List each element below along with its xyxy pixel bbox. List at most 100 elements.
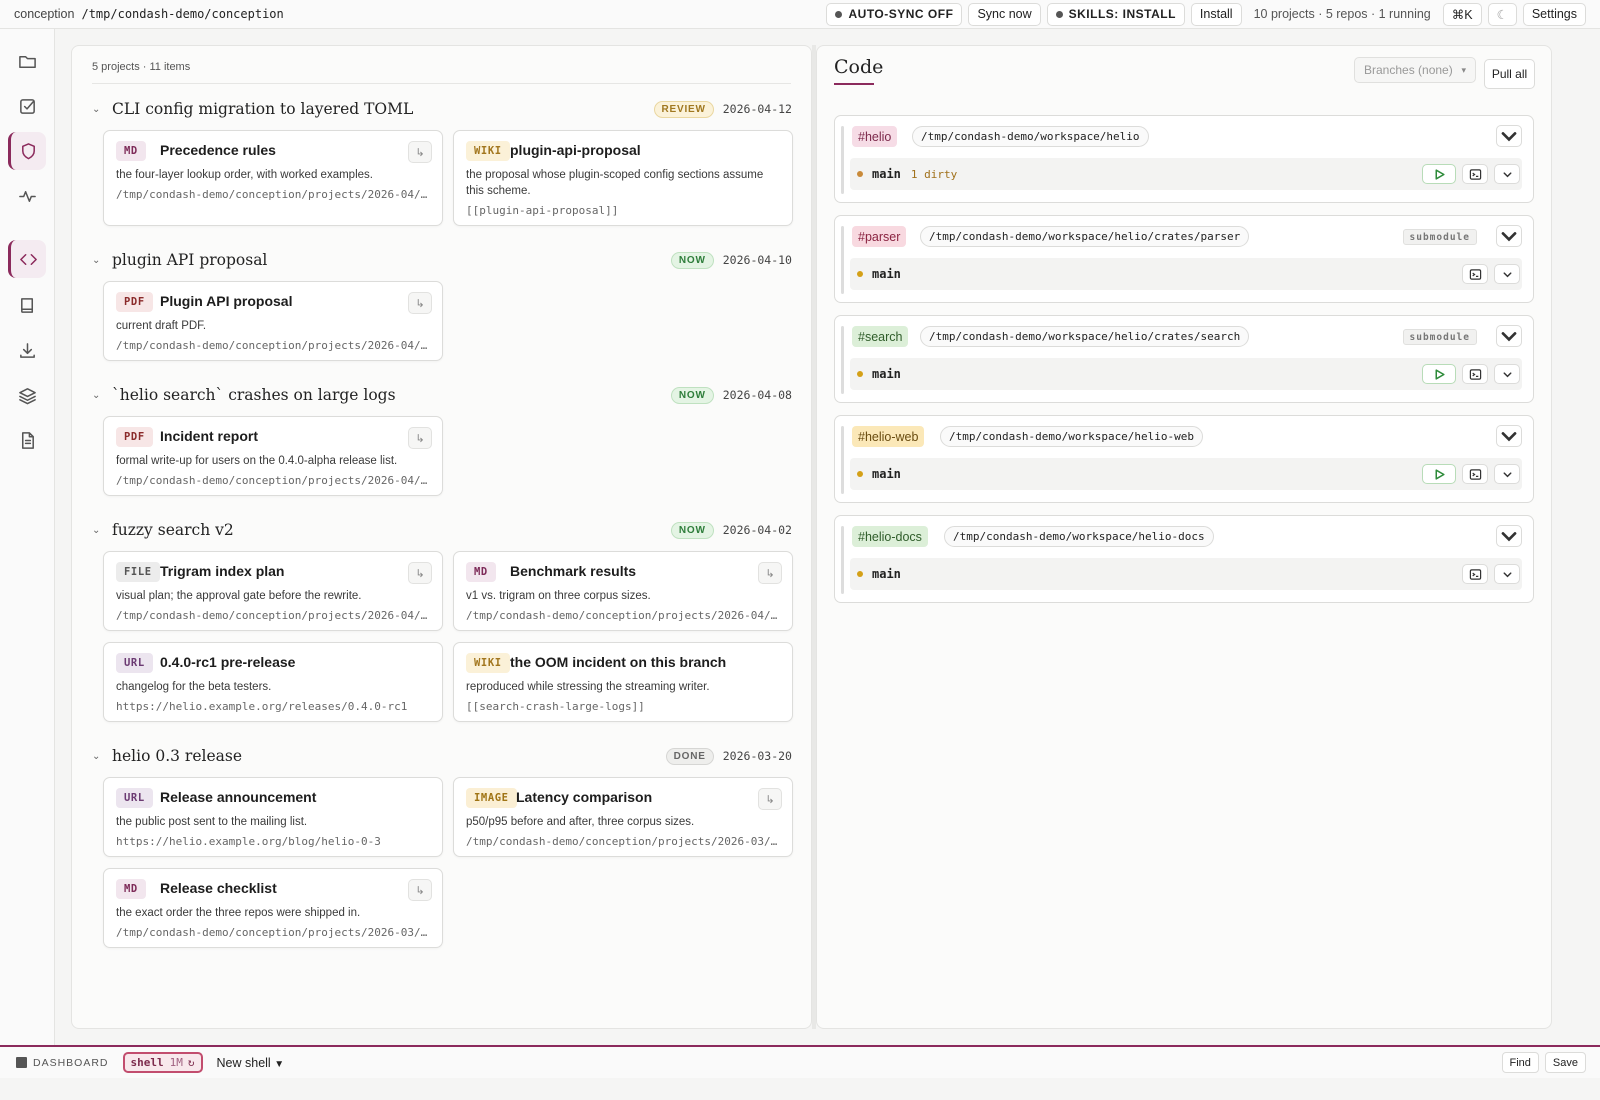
open-terminal-button[interactable] (1462, 364, 1488, 384)
item-card[interactable]: IMAGE Latency comparison ↳ p50/p95 befor… (453, 777, 793, 857)
item-title[interactable]: the OOM incident on this branch (510, 654, 726, 670)
project-header[interactable]: ⌄ `helio search` crashes on large logs N… (92, 384, 792, 406)
chevron-down-icon[interactable]: ⌄ (92, 525, 106, 536)
item-path[interactable]: /tmp/condash-demo/conception/projects/20… (116, 339, 430, 352)
repo-path[interactable]: /tmp/condash-demo/workspace/helio (912, 126, 1149, 147)
repo-expand-button[interactable] (1496, 425, 1522, 447)
open-arrow-icon[interactable]: ↳ (408, 879, 432, 901)
item-card[interactable]: MD Benchmark results ↳ v1 vs. trigram on… (453, 551, 793, 631)
settings-button[interactable]: Settings (1522, 2, 1586, 26)
item-card[interactable]: PDF Incident report ↳ formal write-up fo… (103, 416, 443, 496)
sync-now-button[interactable]: Sync now (968, 2, 1041, 26)
run-button[interactable] (1422, 164, 1456, 184)
item-title[interactable]: Release checklist (160, 880, 277, 896)
item-title[interactable]: Plugin API proposal (160, 293, 293, 309)
folder-icon[interactable] (8, 42, 46, 80)
item-title[interactable]: Trigram index plan (160, 563, 284, 579)
open-arrow-icon[interactable]: ↳ (408, 427, 432, 449)
activity-icon[interactable] (8, 177, 46, 215)
branch-menu-button[interactable] (1494, 264, 1520, 284)
branch-row[interactable]: main (850, 358, 1522, 390)
repo-expand-button[interactable] (1496, 125, 1522, 147)
open-arrow-icon[interactable]: ↳ (408, 141, 432, 163)
chevron-down-icon[interactable]: ⌄ (92, 255, 106, 266)
new-shell-button[interactable]: New shell ▼ (217, 1056, 285, 1070)
repo-expand-button[interactable] (1496, 225, 1522, 247)
branch-row[interactable]: main (850, 458, 1522, 490)
theme-toggle-icon[interactable]: ☾ (1487, 2, 1517, 26)
item-path[interactable]: [[plugin-api-proposal]] (466, 204, 780, 217)
install-button[interactable]: Install (1190, 2, 1242, 26)
open-terminal-button[interactable] (1462, 264, 1488, 284)
open-arrow-icon[interactable]: ↳ (408, 292, 432, 314)
item-title[interactable]: 0.4.0-rc1 pre-release (160, 654, 295, 670)
open-arrow-icon[interactable]: ↳ (408, 562, 432, 584)
item-path[interactable]: /tmp/condash-demo/conception/projects/20… (116, 926, 430, 939)
item-card[interactable]: WIKI the OOM incident on this branch rep… (453, 642, 793, 722)
item-card[interactable]: MD Precedence rules ↳ the four-layer loo… (103, 130, 443, 226)
item-path[interactable]: /tmp/condash-demo/conception/projects/20… (116, 474, 430, 487)
find-button[interactable]: Find (1501, 1052, 1539, 1073)
branch-menu-button[interactable] (1494, 564, 1520, 584)
repo-expand-button[interactable] (1496, 325, 1522, 347)
download-icon[interactable] (8, 331, 46, 369)
book-icon[interactable] (8, 286, 46, 324)
item-path[interactable]: https://helio.example.org/releases/0.4.0… (116, 700, 430, 713)
item-card[interactable]: FILE Trigram index plan ↳ visual plan; t… (103, 551, 443, 631)
project-header[interactable]: ⌄ helio 0.3 release DONE 2026-03-20 (92, 745, 792, 767)
repo-path[interactable]: /tmp/condash-demo/workspace/helio/crates… (920, 226, 1250, 247)
open-arrow-icon[interactable]: ↳ (758, 788, 782, 810)
command-palette-button[interactable]: ⌘K (1442, 2, 1482, 26)
item-path[interactable]: /tmp/condash-demo/conception/projects/20… (116, 188, 430, 201)
branch-menu-button[interactable] (1494, 464, 1520, 484)
branch-row[interactable]: main 1 dirty (850, 158, 1522, 190)
chevron-down-icon[interactable]: ⌄ (92, 751, 106, 762)
item-card[interactable]: WIKI plugin-api-proposal the proposal wh… (453, 130, 793, 226)
branch-row[interactable]: main (850, 258, 1522, 290)
refresh-icon[interactable]: ↻ (188, 1056, 195, 1069)
open-terminal-button[interactable] (1462, 164, 1488, 184)
item-path[interactable]: /tmp/condash-demo/conception/projects/20… (466, 835, 780, 848)
item-title[interactable]: plugin-api-proposal (510, 142, 641, 158)
skills-status[interactable]: SKILLS: INSTALL (1046, 2, 1185, 26)
repo-path[interactable]: /tmp/condash-demo/workspace/helio-docs (944, 526, 1214, 547)
item-path[interactable]: /tmp/condash-demo/conception/projects/20… (116, 609, 430, 622)
project-header[interactable]: ⌄ plugin API proposal NOW 2026-04-10 (92, 249, 792, 271)
item-path[interactable]: /tmp/condash-demo/conception/projects/20… (466, 609, 780, 622)
code-icon[interactable] (8, 240, 46, 278)
branch-menu-button[interactable] (1494, 164, 1520, 184)
open-terminal-button[interactable] (1462, 564, 1488, 584)
item-title[interactable]: Benchmark results (510, 563, 636, 579)
run-button[interactable] (1422, 364, 1456, 384)
shield-icon[interactable] (8, 132, 46, 170)
item-title[interactable]: Precedence rules (160, 142, 276, 158)
repo-path[interactable]: /tmp/condash-demo/workspace/helio-web (940, 426, 1204, 447)
shell-tab[interactable]: shell 1M ↻ (122, 1052, 203, 1073)
repo-path[interactable]: /tmp/condash-demo/workspace/helio/crates… (920, 326, 1250, 347)
project-header[interactable]: ⌄ CLI config migration to layered TOML R… (92, 98, 792, 120)
save-button[interactable]: Save (1544, 1052, 1586, 1073)
branch-menu-button[interactable] (1494, 364, 1520, 384)
item-card[interactable]: PDF Plugin API proposal ↳ current draft … (103, 281, 443, 361)
branch-row[interactable]: main (850, 558, 1522, 590)
open-terminal-button[interactable] (1462, 464, 1488, 484)
chevron-down-icon[interactable]: ⌄ (92, 390, 106, 401)
pull-all-button[interactable]: Pull all (1484, 59, 1535, 89)
item-title[interactable]: Release announcement (160, 789, 316, 805)
item-card[interactable]: MD Release checklist ↳ the exact order t… (103, 868, 443, 948)
open-arrow-icon[interactable]: ↳ (758, 562, 782, 584)
item-title[interactable]: Incident report (160, 428, 258, 444)
branches-dropdown[interactable]: Branches (none) ▾ (1354, 57, 1476, 83)
project-header[interactable]: ⌄ fuzzy search v2 NOW 2026-04-02 (92, 519, 792, 541)
dashboard-tab[interactable]: DASHBOARD (16, 1057, 109, 1069)
item-card[interactable]: URL 0.4.0-rc1 pre-release changelog for … (103, 642, 443, 722)
checkbox-icon[interactable] (8, 87, 46, 125)
autosync-toggle[interactable]: AUTO-SYNC OFF (826, 2, 963, 26)
item-path[interactable]: https://helio.example.org/blog/helio-0-3 (116, 835, 430, 848)
repo-expand-button[interactable] (1496, 525, 1522, 547)
item-card[interactable]: URL Release announcement the public post… (103, 777, 443, 857)
item-path[interactable]: [[search-crash-large-logs]] (466, 700, 780, 713)
document-icon[interactable] (8, 421, 46, 459)
run-button[interactable] (1422, 464, 1456, 484)
item-title[interactable]: Latency comparison (516, 789, 652, 805)
